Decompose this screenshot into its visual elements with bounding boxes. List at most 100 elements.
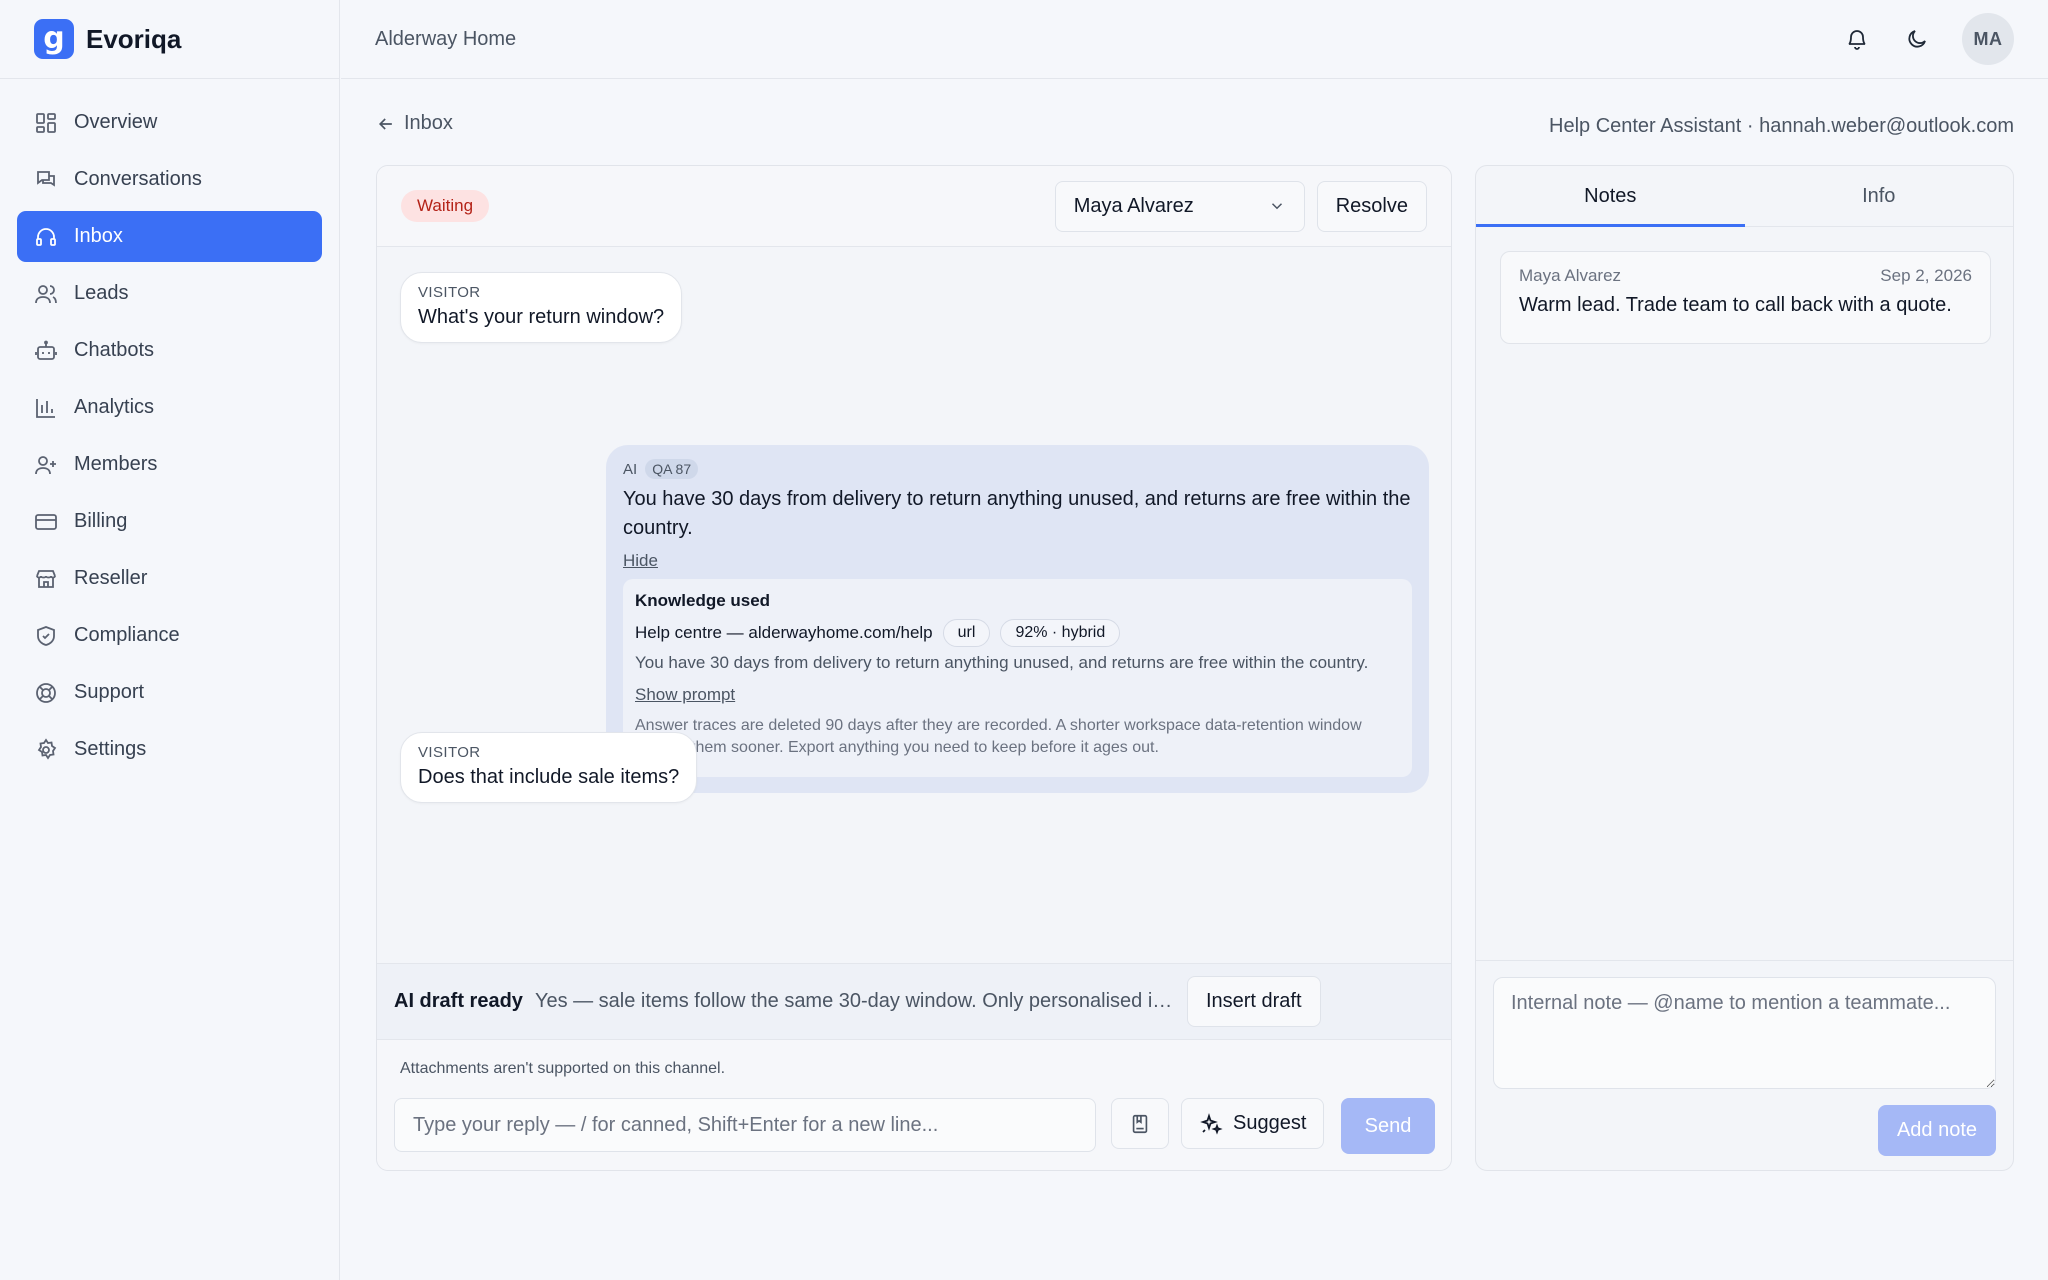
resolve-button[interactable]: Resolve — [1316, 180, 1427, 232]
knowledge-source: Help centre — alderwayhome.com/help url … — [635, 619, 1400, 647]
details-panel: Notes Info Maya Alvarez Sep 2, 2026 Warm… — [1475, 165, 2014, 1171]
suggest-button[interactable]: Suggest — [1181, 1098, 1325, 1149]
knowledge-used-panel: Knowledge used Help centre — alderwayhom… — [623, 579, 1412, 777]
sidebar-item-support[interactable]: Support — [17, 667, 322, 718]
brand[interactable]: g Evoriqa — [0, 0, 339, 79]
tab-info[interactable]: Info — [1745, 166, 2014, 226]
sidebar-item-billing[interactable]: Billing — [17, 496, 322, 547]
assignee-select[interactable]: Maya Alvarez — [1054, 180, 1305, 232]
qa-score-badge: QA 87 — [645, 459, 699, 479]
note-card: Maya Alvarez Sep 2, 2026 Warm lead. Trad… — [1500, 251, 1991, 344]
sidebar-item-label: Chatbots — [74, 339, 155, 361]
message-list[interactable]: VISITOR What's your return window? AI QA… — [377, 247, 1451, 963]
hide-knowledge-link[interactable]: Hide — [623, 551, 658, 571]
sidebar-item-chatbots[interactable]: Chatbots — [17, 325, 322, 376]
ai-message-header: AI QA 87 — [623, 459, 1412, 479]
brand-logo: g — [34, 19, 74, 59]
sidebar-item-label: Leads — [74, 282, 129, 304]
top-actions: MA — [1842, 13, 2014, 65]
attachments-note: Attachments aren't supported on this cha… — [400, 1060, 726, 1077]
sidebar-item-label: Overview — [74, 111, 158, 133]
knowledge-source-name: Help centre — alderwayhome.com/help — [635, 623, 933, 642]
match-score-tag: 92% · hybrid — [1000, 619, 1121, 647]
sidebar-item-label: Inbox — [74, 225, 123, 247]
insert-draft-button[interactable]: Insert draft — [1186, 976, 1321, 1027]
note-composer: Add note — [1476, 960, 2013, 1170]
sidebar-nav: Overview Conversations Inbox Leads Chatb… — [0, 79, 339, 775]
message-sender: VISITOR — [418, 744, 481, 761]
credit-card-icon — [35, 513, 57, 530]
top-bar: Alderway Home MA — [341, 0, 2048, 79]
sidebar: g Evoriqa Overview Conversations Inbox L… — [0, 0, 340, 1280]
note-text: Warm lead. Trade team to call back with … — [1519, 294, 1952, 316]
conversation-panel: Waiting Maya Alvarez Resolve VISITOR Wha… — [376, 165, 1452, 1171]
source-type-tag: url — [942, 619, 991, 647]
note-meta: Maya Alvarez Sep 2, 2026 — [1519, 266, 1972, 286]
bar-chart-icon — [36, 398, 55, 418]
ai-message: AI QA 87 You have 30 days from delivery … — [606, 445, 1429, 793]
send-button[interactable]: Send — [1341, 1098, 1435, 1154]
sidebar-item-label: Conversations — [74, 168, 202, 190]
sidebar-item-label: Settings — [74, 738, 147, 760]
message-text: Does that include sale items? — [418, 766, 680, 788]
notifications-button[interactable] — [1842, 24, 1872, 54]
visitor-message: VISITOR Does that include sale items? — [400, 732, 698, 803]
sidebar-item-conversations[interactable]: Conversations — [17, 154, 322, 205]
visitor-message: VISITOR What's your return window? — [400, 272, 683, 343]
gear-icon — [37, 737, 57, 760]
reply-composer: Attachments aren't supported on this cha… — [377, 1040, 1451, 1170]
sidebar-item-leads[interactable]: Leads — [17, 268, 322, 319]
canned-responses-button[interactable] — [1111, 1098, 1169, 1149]
sidebar-item-inbox[interactable]: Inbox — [17, 211, 322, 262]
lifebuoy-icon — [36, 682, 56, 703]
chevron-down-icon — [1271, 203, 1282, 210]
sparkles-icon — [1200, 1112, 1223, 1135]
book-icon — [1132, 1114, 1148, 1133]
sidebar-item-reseller[interactable]: Reseller — [17, 553, 322, 604]
retention-note: Answer traces are deleted 90 days after … — [635, 717, 1362, 756]
internal-note-input[interactable] — [1493, 977, 1996, 1089]
sidebar-item-label: Analytics — [74, 396, 155, 418]
sidebar-item-label: Billing — [74, 510, 128, 532]
message-text: You have 30 days from delivery to return… — [623, 488, 1411, 539]
shield-check-icon — [37, 625, 55, 646]
message-sender: VISITOR — [418, 284, 481, 301]
sidebar-item-compliance[interactable]: Compliance — [17, 610, 322, 661]
app-name: Evoriqa — [86, 23, 182, 54]
sidebar-item-analytics[interactable]: Analytics — [17, 382, 322, 433]
store-icon — [36, 569, 56, 588]
user-avatar[interactable]: MA — [1962, 13, 2014, 65]
theme-toggle-button[interactable] — [1902, 24, 1932, 54]
user-plus-icon — [35, 455, 56, 474]
note-date: Sep 2, 2026 — [1880, 266, 1972, 285]
note-author: Maya Alvarez — [1519, 266, 1622, 285]
chat-bubbles-icon — [37, 170, 55, 187]
assignee-value: Maya Alvarez — [1073, 194, 1194, 217]
arrow-left-icon — [378, 117, 392, 130]
conversation-header: Waiting Maya Alvarez Resolve — [377, 166, 1451, 247]
back-to-inbox-link[interactable]: Inbox — [376, 112, 453, 135]
sidebar-item-label: Support — [74, 681, 145, 703]
message-text: What's your return window? — [418, 306, 665, 328]
reply-input[interactable] — [394, 1098, 1096, 1152]
message-sender: AI — [623, 460, 638, 478]
sidebar-item-settings[interactable]: Settings — [17, 724, 322, 775]
workspace-name: Alderway Home — [375, 27, 517, 50]
tab-notes[interactable]: Notes — [1476, 166, 1745, 227]
users-icon — [35, 284, 57, 303]
sidebar-item-members[interactable]: Members — [17, 439, 322, 490]
suggest-label: Suggest — [1233, 1112, 1307, 1134]
sidebar-item-label: Members — [74, 453, 158, 475]
knowledge-title: Knowledge used — [635, 591, 771, 610]
headset-icon — [36, 227, 56, 246]
sidebar-item-overview[interactable]: Overview — [17, 97, 322, 148]
draft-preview: Yes — sale items follow the same 30-day … — [534, 990, 1175, 1012]
show-prompt-link[interactable]: Show prompt — [635, 685, 735, 705]
sidebar-item-label: Compliance — [74, 624, 180, 646]
grid-icon — [36, 112, 56, 133]
add-note-button[interactable]: Add note — [1878, 1105, 1996, 1156]
assistant-context: Help Center Assistant · hannah.weber@out… — [1549, 115, 2014, 137]
bot-icon — [35, 340, 57, 360]
details-tabs: Notes Info — [1476, 166, 2013, 227]
ai-draft-bar: AI draft ready Yes — sale items follow t… — [377, 963, 1451, 1040]
